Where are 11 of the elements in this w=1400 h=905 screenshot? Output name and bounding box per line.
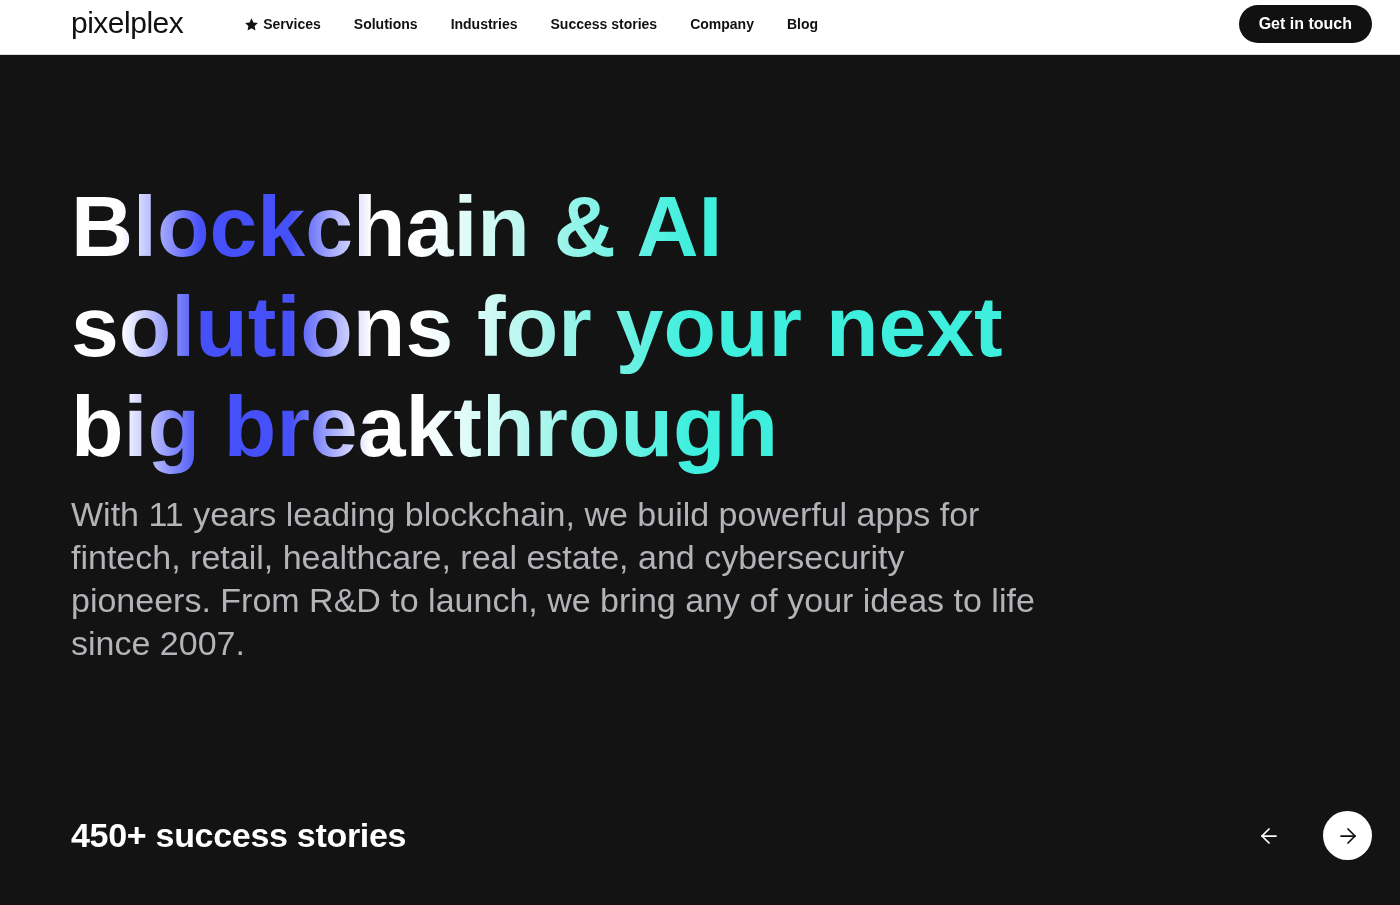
next-button[interactable]	[1323, 811, 1372, 860]
hero-description: With 11 years leading blockchain, we build powerful apps for fintech, retail, healthcare, real estate, and cybersecurity pioneers. From R&D to launch, we bring any of your ideas to life since 2007.	[71, 494, 1035, 664]
nav-link[interactable]: Company	[690, 13, 754, 35]
nav-link[interactable]: Solutions	[353, 13, 418, 35]
nav-link[interactable]: Blog	[786, 13, 819, 35]
nav-link[interactable]: Success stories	[550, 13, 658, 35]
logo[interactable]: pixelplex	[71, 7, 184, 41]
nav-link[interactable]: Services	[245, 13, 321, 35]
get-in-touch-button[interactable]: Get in touch	[1238, 5, 1372, 43]
success-stories-title: 450+ success stories	[71, 815, 407, 856]
nav-link[interactable]: Industries	[450, 13, 518, 35]
